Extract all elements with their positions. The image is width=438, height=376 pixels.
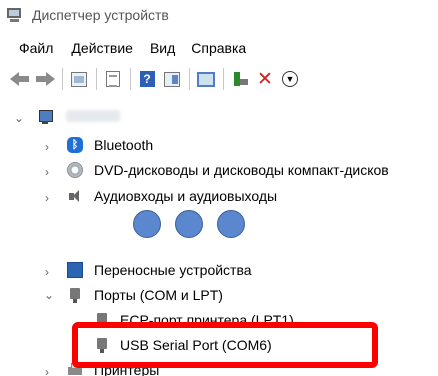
chevron-down-icon[interactable]: ⌄ xyxy=(44,289,54,301)
highlight-box xyxy=(72,322,378,368)
computer-icon xyxy=(37,109,53,125)
chevron-right-icon[interactable]: › xyxy=(45,166,55,178)
chevron-right-icon[interactable]: › xyxy=(45,266,55,278)
computer-name-redacted xyxy=(66,110,120,122)
overlay-circle xyxy=(175,210,203,238)
dvd-icon xyxy=(67,162,83,178)
chevron-right-icon[interactable]: › xyxy=(45,141,55,153)
portable-device-icon xyxy=(67,262,83,278)
tree-item-portable[interactable]: Переносные устройства xyxy=(94,262,252,278)
chevron-right-icon[interactable]: › xyxy=(45,192,55,204)
tree-item-bluetooth[interactable]: Bluetooth xyxy=(94,137,153,153)
chevron-right-icon[interactable]: › xyxy=(45,366,55,376)
port-icon xyxy=(67,287,83,303)
device-tree: ⌄ › ᛒ Bluetooth › DVD-дисководы и дисков… xyxy=(0,0,438,376)
tree-item-dvd[interactable]: DVD-дисководы и дисководы компакт-дисков xyxy=(94,162,389,178)
bluetooth-icon: ᛒ xyxy=(67,137,83,153)
overlay-circle xyxy=(133,210,161,238)
overlay-circle xyxy=(217,210,245,238)
tree-item-ports[interactable]: Порты (COM и LPT) xyxy=(94,287,223,303)
chevron-down-icon[interactable]: ⌄ xyxy=(14,112,24,124)
audio-icon xyxy=(67,188,83,204)
tree-item-audio[interactable]: Аудиовходы и аудиовыходы xyxy=(94,188,277,204)
